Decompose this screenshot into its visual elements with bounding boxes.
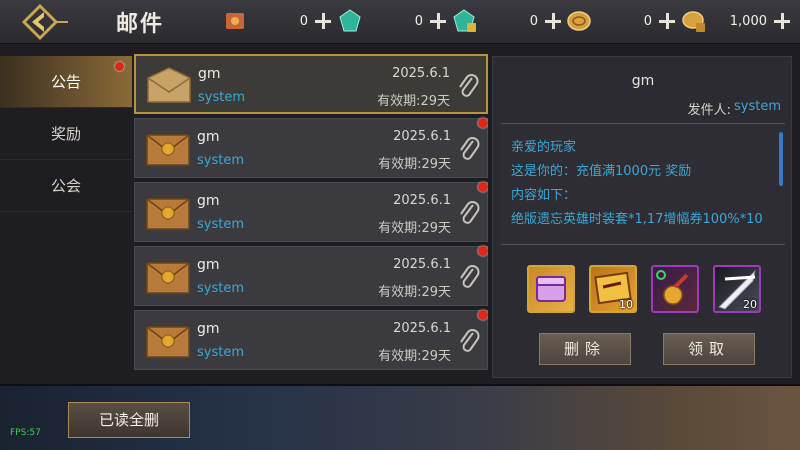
mail-item[interactable]: gm system 2025.6.1 有效期:29天 (134, 310, 488, 370)
mail-expiry: 有效期:29天 (378, 349, 451, 364)
opened-envelope-icon (147, 67, 191, 103)
detail-body[interactable]: 亲爱的玩家 这是你的：充值满1000元 奖励 内容如下： 绝版遗忘英雄时装套*1… (501, 123, 785, 245)
mail-sender: gm (198, 66, 221, 82)
attachment-item[interactable] (651, 265, 699, 313)
detail-sender-label: 发件人: (687, 103, 731, 118)
green-gem-icon (339, 9, 361, 32)
mail-date: 2025.6.1 (393, 321, 451, 336)
tab-guild[interactable]: 公会 (0, 160, 132, 212)
back-arrow-icon (21, 3, 68, 41)
fps-counter: FPS:57 (10, 428, 41, 438)
tab-label: 公告 (50, 73, 81, 91)
sealed-envelope-icon (146, 134, 190, 166)
detail-title: gm (631, 73, 655, 89)
body-line: 亲爱的玩家 (511, 140, 577, 155)
mail-sender: gm (197, 193, 220, 209)
detail-sender: system (734, 99, 781, 114)
mail-from: system (197, 217, 244, 232)
sealed-envelope-icon (146, 262, 190, 294)
locked-gem-icon (453, 9, 476, 32)
attachment-qty: 20 (743, 298, 757, 311)
body-line: 内容如下： (511, 188, 577, 203)
tab-label: 奖励 (50, 125, 81, 143)
back-button[interactable] (10, 3, 70, 41)
resource-locked-coin: 1,000 (681, 8, 791, 34)
delete-all-read-button[interactable]: 已读全删 (68, 402, 190, 438)
top-bar: 邮件 0 0 0 0 1,000 (0, 0, 800, 44)
page-title: 邮件 (116, 12, 165, 37)
mail-from: system (197, 153, 244, 168)
unread-badge (478, 310, 488, 320)
resource-value: 0 (414, 13, 423, 29)
add-resource-button[interactable] (544, 12, 562, 30)
mail-date: 2025.6.1 (392, 66, 450, 81)
tab-announcement[interactable]: 公告 (0, 56, 132, 108)
mail-date: 2025.6.1 (393, 257, 451, 272)
resource-value: 0 (529, 13, 538, 29)
attachment-item[interactable]: 20 (713, 265, 761, 313)
attachment-qty: 10 (619, 298, 633, 311)
add-resource-button[interactable] (314, 12, 332, 30)
attachment-clip-icon (460, 137, 480, 160)
gold-pendant-icon (656, 270, 689, 305)
mail-sender: gm (197, 321, 220, 337)
resource-value: 0 (299, 13, 308, 29)
scroll-icon (226, 13, 244, 29)
mail-from: system (198, 90, 245, 105)
resource-gold: 0 (566, 8, 676, 34)
resource-scroll: 0 (222, 8, 332, 34)
mail-from: system (197, 345, 244, 360)
mail-date: 2025.6.1 (393, 193, 451, 208)
tab-label: 公会 (50, 177, 81, 195)
mail-expiry: 有效期:29天 (378, 157, 451, 172)
add-resource-button[interactable] (773, 12, 791, 30)
attachment-list: 10 20 (527, 265, 767, 313)
unread-badge (478, 246, 488, 256)
mail-expiry: 有效期:29天 (378, 285, 451, 300)
attachment-item[interactable]: 10 (589, 265, 637, 313)
mail-item-selected[interactable]: gm system 2025.6.1 有效期:29天 (134, 54, 488, 114)
attachment-clip-icon (460, 201, 480, 224)
attachment-clip-icon (460, 329, 480, 352)
sealed-envelope-icon (146, 198, 190, 230)
mail-category-tabs: 公告 奖励 公会 (0, 56, 132, 212)
purple-chest-icon (536, 276, 566, 302)
mail-sender: gm (197, 257, 220, 273)
bottom-bar: 已读全删 FPS:57 (0, 384, 800, 450)
mail-expiry: 有效期:29天 (377, 94, 450, 109)
resource-value: 0 (643, 13, 652, 29)
unread-badge (478, 182, 488, 192)
body-line: 绝版遗忘英雄时装套*1,17增幅券100%*10 (511, 212, 763, 227)
add-resource-button[interactable] (658, 12, 676, 30)
mail-list[interactable]: gm system 2025.6.1 有效期:29天 gm system 202… (134, 54, 488, 384)
mail-expiry: 有效期:29天 (378, 221, 451, 236)
body-scrollbar[interactable] (779, 132, 783, 186)
attachment-item[interactable] (527, 265, 575, 313)
attachment-clip-icon (460, 265, 480, 288)
mail-detail-panel: gm 发件人: system 亲爱的玩家 这是你的：充值满1000元 奖励 内容… (492, 56, 792, 378)
claim-button[interactable]: 领取 (663, 333, 755, 365)
body-line: 这是你的：充值满1000元 奖励 (511, 164, 692, 179)
mail-date: 2025.6.1 (393, 129, 451, 144)
tab-rewards[interactable]: 奖励 (0, 108, 132, 160)
mail-item[interactable]: gm system 2025.6.1 有效期:29天 (134, 118, 488, 178)
mail-sender: gm (197, 129, 220, 145)
delete-button[interactable]: 删除 (539, 333, 631, 365)
sealed-envelope-icon (146, 326, 190, 358)
mail-item[interactable]: gm system 2025.6.1 有效期:29天 (134, 182, 488, 242)
gold-coin-icon (567, 11, 591, 31)
add-resource-button[interactable] (429, 12, 447, 30)
unread-badge (478, 118, 488, 128)
notification-badge (115, 62, 124, 71)
locked-coin-icon (682, 11, 705, 32)
mail-item[interactable]: gm system 2025.6.1 有效期:29天 (134, 246, 488, 306)
resource-value: 1,000 (729, 13, 767, 29)
resource-locked-gem: 0 (452, 8, 562, 34)
mail-from: system (197, 281, 244, 296)
resource-gem: 0 (337, 8, 447, 34)
attachment-clip-icon (459, 74, 479, 97)
